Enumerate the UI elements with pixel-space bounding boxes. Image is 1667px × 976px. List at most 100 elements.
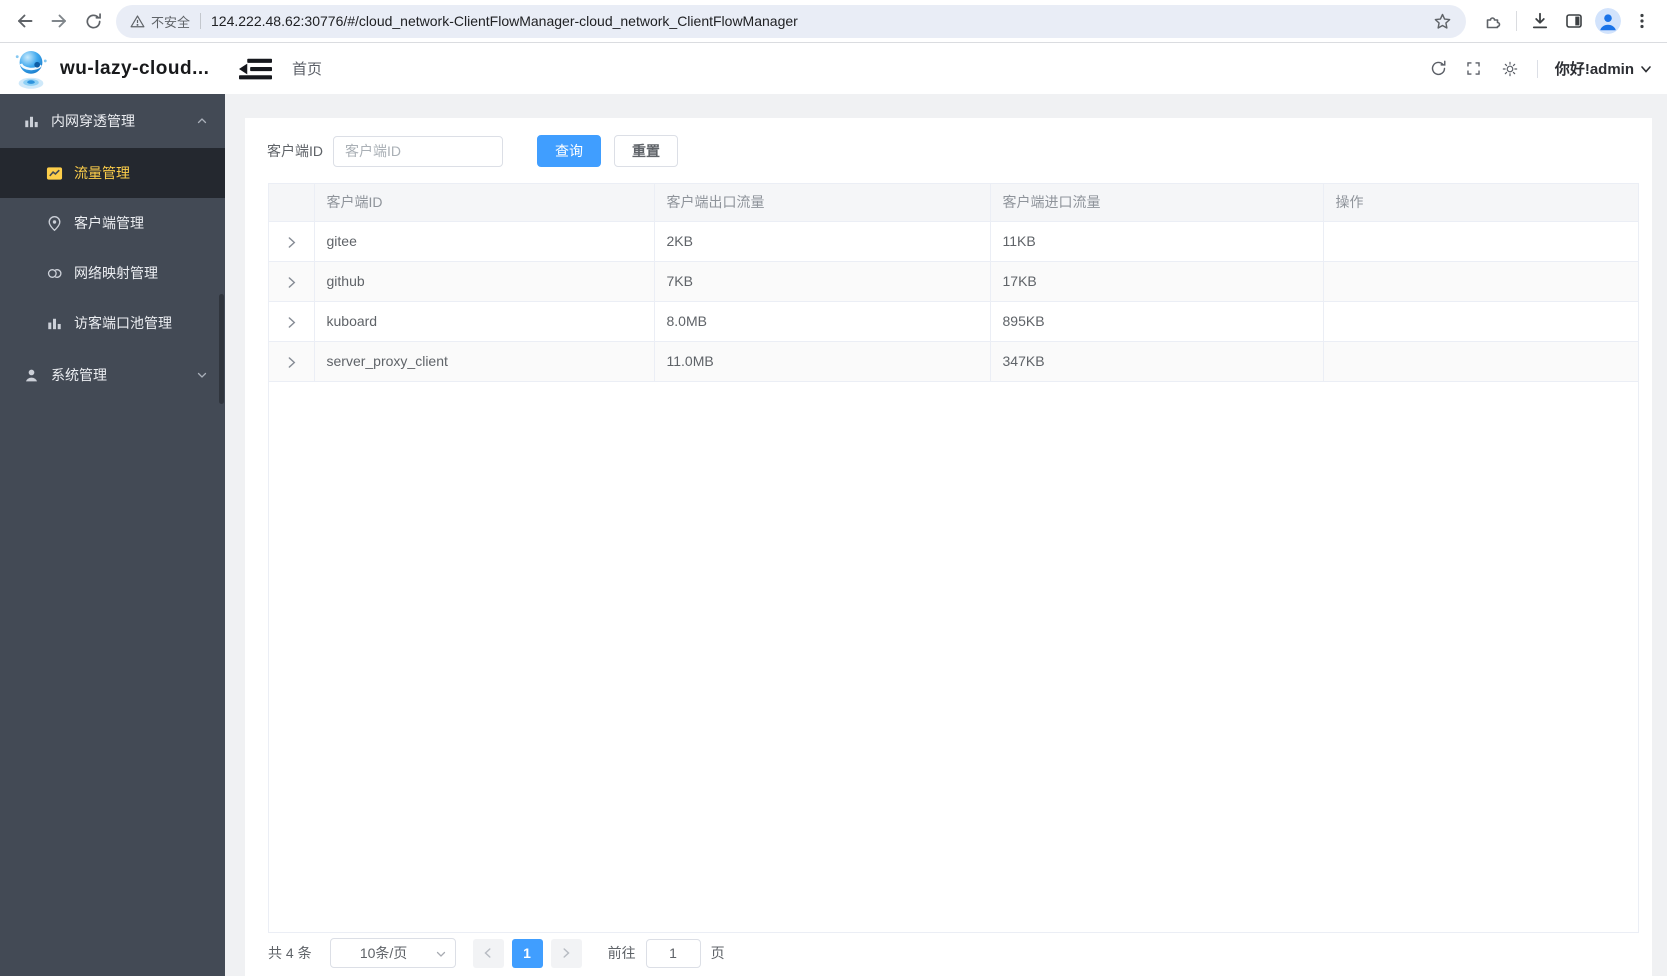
toolbar-divider [1516,11,1517,31]
cell-actions [1323,301,1638,342]
url-bar[interactable]: 不安全 124.222.48.62:30776/#/cloud_network-… [116,4,1466,38]
cell-client-id: gitee [314,221,655,262]
browser-menu-button[interactable] [1625,4,1659,38]
table-row[interactable]: gitee 2KB 11KB [269,221,1638,262]
browser-toolbar: 不安全 124.222.48.62:30776/#/cloud_network-… [0,0,1667,43]
chevron-down-icon [1641,65,1651,73]
bar-chart-icon [46,315,63,332]
cell-out-flow: 7KB [654,261,991,302]
chevron-left-icon [484,948,491,958]
page-size-select[interactable]: 10条/页 [329,938,456,968]
back-icon [18,14,33,28]
app-header: wu-lazy-cloud... 首页 你好!admin [0,43,1667,94]
client-id-input[interactable] [333,135,503,167]
reload-icon [85,12,101,29]
sidebar-group-label: 系统管理 [51,367,107,383]
side-panel-button[interactable] [1557,4,1591,38]
cell-client-id: kuboard [314,301,655,342]
goto-label: 前往 [607,945,636,961]
bookmark-button[interactable] [1433,12,1452,31]
security-chip[interactable]: 不安全 [130,12,190,31]
user-dropdown[interactable]: 你好!admin [1555,58,1653,79]
user-greeting: 你好!admin [1554,61,1634,78]
chevron-right-icon [288,317,296,328]
warning-icon [130,14,145,27]
expand-row-button[interactable] [285,236,298,249]
sidebar-item-clients[interactable]: 客户端管理 [0,198,225,248]
robot-logo-icon [15,50,47,89]
download-icon [1532,12,1548,29]
omnibox-divider [200,13,202,29]
breadcrumb[interactable]: 首页 [292,58,322,79]
cell-out-flow: 11.0MB [654,341,991,382]
location-pin-icon [46,215,63,232]
table-row[interactable]: server_proxy_client 11.0MB 347KB [269,341,1638,382]
avatar [1595,8,1621,34]
sidebar-item-traffic[interactable]: 流量管理 [0,148,225,198]
url-text[interactable]: 124.222.48.62:30776/#/cloud_network-Clie… [211,13,1433,29]
trend-chart-icon [46,165,63,182]
side-panel-icon [1566,14,1582,28]
page-size-value: 10条/页 [359,945,408,961]
profile-icon [1595,8,1621,34]
chevron-right-icon [288,277,296,288]
cell-client-id: github [314,261,655,302]
header-divider [1536,59,1538,78]
main-content: 客户端ID 查询 重置 客户端ID 客户端出口流量 客户端进口流量 操作 [225,94,1667,976]
user-icon [23,367,40,384]
cell-in-flow: 347KB [990,341,1324,382]
header-actions: 你好!admin [1429,58,1667,79]
link-icon [46,265,63,282]
cell-in-flow: 17KB [990,261,1324,302]
sidebar-scrollbar[interactable] [219,294,224,404]
table-row[interactable]: kuboard 8.0MB 895KB [269,301,1638,342]
kebab-menu-icon [1640,13,1644,29]
goto-page-input[interactable] [645,938,701,968]
query-button[interactable]: 查询 [537,135,601,167]
next-page-button[interactable] [550,938,582,968]
profile-button[interactable] [1591,4,1625,38]
expand-row-button[interactable] [285,316,298,329]
collapse-sidebar-button[interactable] [239,57,272,81]
sidebar-group-label: 内网穿透管理 [51,113,135,129]
cell-actions [1323,261,1638,302]
downloads-button[interactable] [1523,4,1557,38]
extensions-button[interactable] [1476,4,1510,38]
security-label: 不安全 [151,14,191,30]
total-count: 共 4 条 [268,945,312,961]
page-number-button[interactable]: 1 [511,938,543,968]
sidebar-group-intranet[interactable]: 内网穿透管理 [0,94,225,148]
cell-client-id: server_proxy_client [314,341,655,382]
sidebar-item-network-mapping[interactable]: 网络映射管理 [0,248,225,298]
chevron-right-icon [288,237,296,248]
forward-button[interactable] [42,4,76,38]
theme-toggle-button[interactable] [1501,59,1520,78]
expand-row-button[interactable] [285,276,298,289]
cell-in-flow: 11KB [990,221,1324,262]
reset-button[interactable]: 重置 [614,135,678,167]
bar-chart-icon [23,113,40,130]
extensions-icon [1486,17,1501,29]
refresh-button[interactable] [1429,59,1448,78]
prev-page-button[interactable] [472,938,504,968]
refresh-icon [1431,60,1446,76]
fullscreen-icon [1467,62,1480,75]
table-row[interactable]: github 7KB 17KB [269,261,1638,302]
star-icon [1434,13,1451,29]
filter-bar: 客户端ID 查询 重置 [267,135,678,167]
sidebar-item-port-pool[interactable]: 访客端口池管理 [0,298,225,348]
flow-table: 客户端ID 客户端出口流量 客户端进口流量 操作 gitee 2KB 11KB [268,183,1639,933]
cell-in-flow: 895KB [990,301,1324,342]
expand-column-header [269,184,315,222]
column-header-out-flow: 客户端出口流量 [654,184,991,222]
app-title: wu-lazy-cloud... [60,57,210,79]
back-button[interactable] [8,4,42,38]
column-header-in-flow: 客户端进口流量 [990,184,1324,222]
column-header-client-id: 客户端ID [314,184,655,222]
column-header-actions: 操作 [1323,184,1638,222]
fullscreen-button[interactable] [1465,59,1484,78]
reload-button[interactable] [76,4,110,38]
expand-row-button[interactable] [285,356,298,369]
cell-actions [1323,221,1638,262]
sidebar-group-system[interactable]: 系统管理 [0,348,225,402]
